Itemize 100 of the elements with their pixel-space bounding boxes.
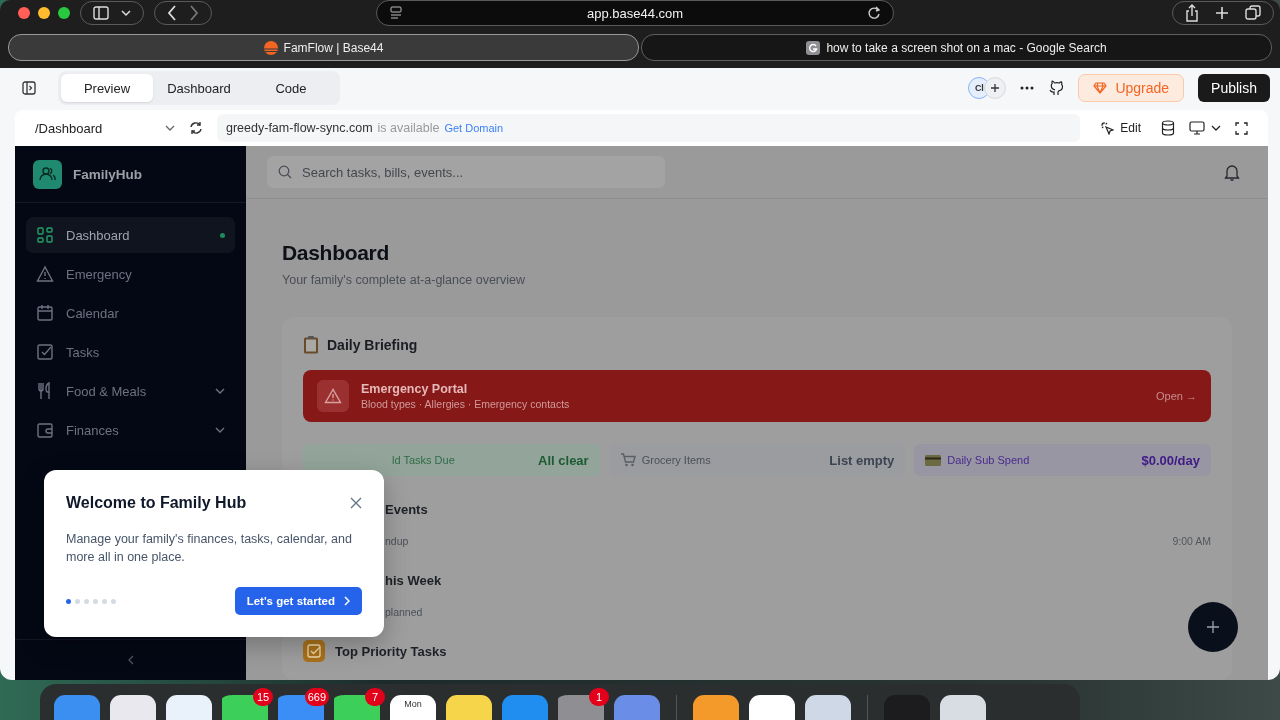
- list-item-text: ndup: [385, 535, 409, 547]
- back-icon[interactable]: [167, 5, 177, 21]
- app-icon[interactable]: 669: [278, 688, 329, 720]
- nav-label: Food & Meals: [66, 383, 148, 399]
- card-title: Daily Briefing: [327, 336, 418, 353]
- site-icon: [263, 40, 278, 55]
- stat-value: List empty: [829, 452, 895, 468]
- nav-label: Dashboard: [66, 227, 131, 243]
- nav-icon: [36, 304, 54, 322]
- stat-label: Daily Sub Spend: [947, 454, 1030, 466]
- nav-label: Emergency: [66, 266, 133, 282]
- list-item-text: planned: [385, 606, 423, 618]
- app-icon[interactable]: Mon: [390, 695, 436, 720]
- nav-icon: [36, 421, 54, 439]
- monitor-icon: [1189, 121, 1205, 135]
- notification-badge: 7: [365, 688, 385, 706]
- reload-icon[interactable]: [867, 6, 881, 20]
- collapse-sidebar-icon[interactable]: [127, 655, 134, 665]
- app-icon[interactable]: 1: [558, 688, 609, 720]
- fullscreen-icon[interactable]: [1235, 121, 1248, 135]
- stat-value: All clear: [538, 452, 589, 468]
- app-icon[interactable]: 15: [222, 688, 273, 720]
- section-title: Top Priority Tasks: [335, 643, 447, 659]
- reader-icon[interactable]: [389, 6, 403, 20]
- view-tab[interactable]: Dashboard: [153, 74, 245, 102]
- nav-item[interactable]: Finances: [26, 412, 235, 448]
- notification-badge: 15: [253, 688, 273, 706]
- route-text: /Dashboard: [35, 120, 103, 136]
- app-icon[interactable]: 7: [334, 688, 385, 720]
- checkbox-icon: [303, 640, 325, 662]
- section-title: Events: [385, 502, 429, 517]
- banner-subtitle: Blood types · Allergies · Emergency contacts: [361, 398, 571, 410]
- edit-button[interactable]: Edit: [1094, 120, 1147, 136]
- close-icon[interactable]: [350, 497, 362, 509]
- item-time: 9:00 AM: [1172, 535, 1211, 547]
- family-logo-icon: [33, 159, 62, 189]
- search-field[interactable]: Search tasks, bills, events...: [267, 156, 665, 188]
- gem-icon: [1093, 82, 1108, 94]
- browser-tab[interactable]: FamFlow | Base44: [8, 34, 639, 61]
- refresh-icon[interactable]: [189, 121, 203, 135]
- forward-icon[interactable]: [189, 5, 199, 21]
- upgrade-button[interactable]: Upgrade: [1078, 74, 1185, 102]
- nav-icon: [36, 265, 54, 283]
- stat-label: Grocery Items: [641, 454, 711, 466]
- share-icon[interactable]: [1185, 4, 1199, 22]
- get-domain-link[interactable]: Get Domain: [444, 122, 504, 134]
- database-icon[interactable]: [1161, 120, 1175, 136]
- get-started-button[interactable]: Let's get started: [234, 587, 362, 615]
- zoom-window-button[interactable]: [58, 7, 70, 19]
- card-icon: [925, 454, 942, 466]
- route-dropdown[interactable]: /Dashboard: [35, 120, 175, 136]
- cart-icon: [619, 453, 636, 467]
- chevron-down-icon: [121, 9, 131, 17]
- search-icon: [278, 165, 292, 179]
- chevron-right-icon: [344, 596, 350, 606]
- view-tab[interactable]: Preview: [61, 74, 153, 102]
- panel-toggle-icon[interactable]: [22, 81, 36, 95]
- banner-title: Emergency Portal: [361, 382, 469, 396]
- open-link[interactable]: Open →: [1156, 390, 1197, 402]
- nav-item[interactable]: Calendar: [26, 295, 235, 331]
- minimize-window-button[interactable]: [38, 7, 50, 19]
- active-dot: [220, 232, 225, 238]
- dialog-title: Welcome to Family Hub: [66, 494, 247, 512]
- publish-button[interactable]: Publish: [1198, 74, 1270, 102]
- tabs-overview-icon[interactable]: [1245, 5, 1261, 21]
- new-tab-icon[interactable]: [1215, 6, 1229, 20]
- nav-label: Calendar: [66, 305, 120, 321]
- page-subtitle: Your family's complete at-a-glance overview: [282, 273, 526, 287]
- chevron-down-icon: [1211, 125, 1221, 131]
- nav-item[interactable]: Tasks: [26, 334, 235, 370]
- nav-label: Finances: [66, 422, 120, 438]
- nav-item[interactable]: Emergency: [26, 256, 235, 292]
- brand-name: FamilyHub: [73, 166, 142, 182]
- browser-tab[interactable]: how to take a screen shot on a mac - Google Search: [641, 34, 1272, 61]
- nav-item[interactable]: Dashboard: [26, 217, 235, 253]
- emergency-banner[interactable]: Emergency Portal Blood types · Allergies · Emergency contacts Open →: [303, 370, 1211, 422]
- add-collaborator-icon[interactable]: [984, 77, 1007, 99]
- stat-tile[interactable]: Daily Sub Spend $0.00/day: [914, 444, 1211, 476]
- close-window-button[interactable]: [18, 7, 30, 19]
- device-selector[interactable]: [1189, 121, 1221, 135]
- availability-text: is available: [377, 121, 440, 135]
- domain-name: greedy-fam-flow-sync.com: [226, 121, 373, 135]
- view-tab[interactable]: Code: [245, 74, 337, 102]
- clipboard-icon: [303, 335, 319, 354]
- nav-icon: [36, 343, 54, 361]
- address-bar[interactable]: app.base44.com: [376, 0, 894, 26]
- cursor-click-icon: [1100, 121, 1115, 135]
- google-icon: [806, 40, 821, 55]
- bell-icon[interactable]: [1224, 163, 1240, 181]
- github-icon[interactable]: [1048, 80, 1065, 96]
- notification-badge: 1: [589, 688, 609, 706]
- stat-value: $0.00/day: [1141, 452, 1200, 468]
- sidebar-icon: [93, 6, 109, 20]
- stat-label: ld Tasks Due: [392, 454, 455, 466]
- nav-item[interactable]: Food & Meals: [26, 373, 235, 409]
- notification-badge: 669: [304, 688, 329, 706]
- page-title: Dashboard: [282, 241, 390, 265]
- section-title: his Week: [385, 573, 443, 588]
- stat-tile[interactable]: ld Tasks Due All clear: [303, 444, 600, 476]
- more-icon[interactable]: [1020, 86, 1035, 90]
